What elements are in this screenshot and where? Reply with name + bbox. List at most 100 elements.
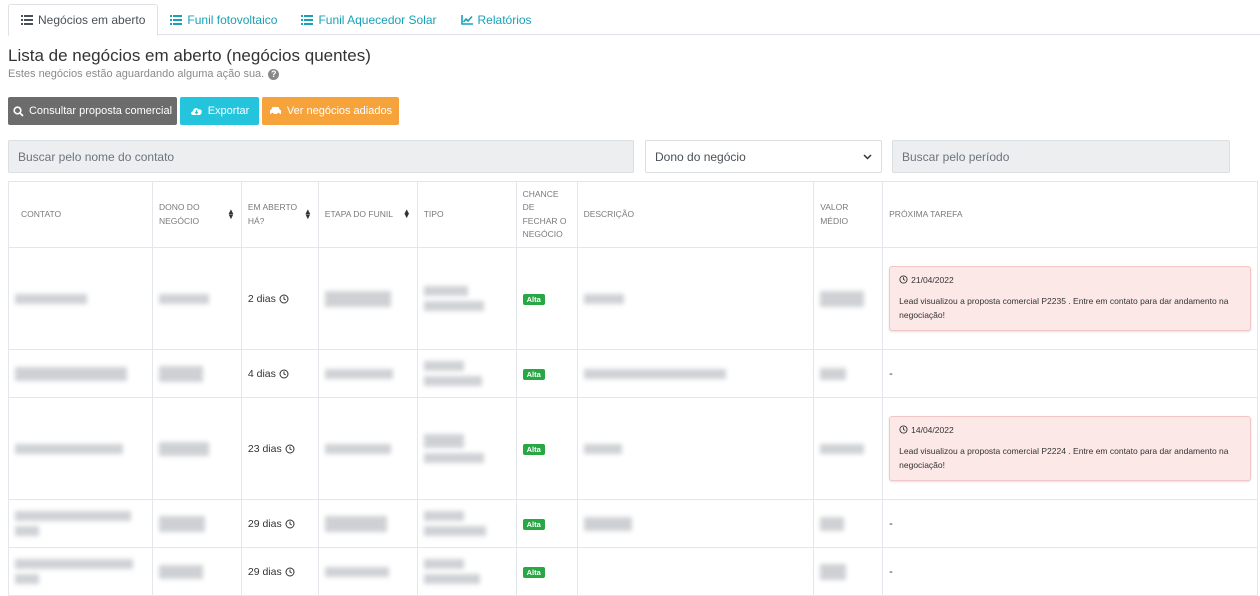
redacted-text	[423, 559, 464, 569]
cell-owner	[151, 499, 242, 548]
cell-contact[interactable]	[8, 499, 153, 548]
col-header-value: Valor médio	[813, 181, 884, 248]
clock-icon	[285, 444, 295, 453]
table-row[interactable]: 4 dias Alta -	[8, 349, 1258, 398]
cell-chance: Alta	[515, 397, 578, 500]
open-days: 29 dias	[247, 517, 282, 530]
sort-icon[interactable]: ▲ ▼	[403, 207, 411, 219]
owner-select[interactable]: Dono do negócio	[645, 140, 882, 173]
owner-select-value: Dono do negócio	[655, 149, 746, 164]
page-title: Lista de negócios em aberto (negócios qu…	[8, 46, 371, 65]
task-date: 21/04/2022	[911, 274, 954, 285]
cell-owner	[151, 397, 242, 500]
redacted-text	[15, 526, 39, 536]
tab-label: Negócios em aberto	[38, 13, 146, 27]
col-header-owner[interactable]: Dono do negócio ▲ ▼	[151, 181, 242, 248]
task-card[interactable]: 14/04/2022 Lead visualizou a proposta co…	[889, 415, 1251, 482]
period-search-input[interactable]: Buscar pelo período	[892, 140, 1230, 173]
redacted-text	[324, 515, 387, 532]
col-header-type: Tipo	[416, 181, 517, 248]
list-icon	[170, 14, 183, 25]
cell-contact[interactable]	[8, 397, 153, 500]
no-task: -	[889, 517, 893, 530]
table-header-row: Contato Dono do negócio ▲ ▼ Em aberto há? ▲…	[8, 181, 1258, 248]
search-icon	[13, 105, 24, 117]
clock-icon	[285, 567, 295, 576]
cloud-download-icon	[190, 108, 202, 115]
period-search-placeholder: Buscar pelo período	[902, 149, 1010, 164]
consult-proposal-button[interactable]: Consultar proposta comercial	[8, 97, 177, 125]
sort-icon[interactable]: ▲ ▼	[227, 207, 235, 219]
redacted-text	[15, 443, 123, 454]
tab-bar: Negócios em aberto Funil fotovoltaico Fu…	[8, 4, 1260, 36]
col-header-contact[interactable]: Contato	[8, 181, 153, 248]
cell-contact[interactable]	[8, 247, 153, 350]
cell-contact[interactable]	[8, 349, 153, 398]
redacted-text	[583, 516, 632, 531]
table-row[interactable]: 29 dias Alta -	[8, 499, 1258, 548]
redacted-text	[423, 434, 464, 448]
col-header-stage[interactable]: Etapa do funil ▲ ▼	[317, 181, 418, 248]
cell-owner	[151, 247, 242, 350]
col-header-label: Chance de fechar o negócio	[522, 189, 567, 239]
redacted-text	[158, 515, 205, 532]
redacted-text	[423, 453, 484, 463]
consult-proposal-label: Consultar proposta comercial	[28, 105, 173, 117]
line-chart-icon	[460, 14, 473, 25]
redacted-text	[423, 574, 480, 584]
cell-value	[813, 397, 884, 500]
table-row[interactable]: 23 dias Alta 14/04/2022 Lead visualizou …	[8, 397, 1258, 500]
cell-stage	[317, 547, 418, 596]
redacted-text	[423, 376, 482, 386]
tab-label: Relatórios	[477, 12, 532, 27]
redacted-text	[158, 365, 203, 382]
redacted-text	[423, 286, 468, 296]
contact-search-input[interactable]: Buscar pelo nome do contato	[8, 140, 634, 173]
redacted-text	[15, 366, 127, 381]
cell-description	[576, 499, 815, 548]
task-text: Lead visualizou a proposta comercial P22…	[899, 295, 1229, 320]
col-header-label: Etapa do funil	[324, 208, 393, 219]
table-row[interactable]: 29 dias Alta -	[8, 547, 1258, 596]
cell-contact[interactable]	[8, 547, 153, 596]
redacted-text	[583, 293, 624, 304]
contact-search-placeholder: Buscar pelo nome do contato	[18, 149, 175, 164]
export-label: Exportar	[207, 105, 250, 117]
tab-reports[interactable]: Relatórios	[449, 4, 544, 35]
table-row[interactable]: 2 dias Alta 21/04/2022 Lead visualizou a…	[8, 247, 1258, 350]
chance-badge: Alta	[522, 518, 545, 530]
cell-value	[813, 247, 884, 350]
redacted-text	[324, 290, 391, 307]
task-card[interactable]: 21/04/2022 Lead visualizou a proposta co…	[889, 265, 1251, 332]
chance-badge: Alta	[522, 293, 545, 305]
col-header-label: Dono do negócio	[158, 202, 200, 226]
tab-label: Funil fotovoltaico	[187, 12, 278, 27]
cell-owner	[151, 547, 242, 596]
open-days: 29 dias	[247, 565, 282, 578]
redacted-text	[423, 526, 486, 536]
no-task: -	[889, 565, 893, 578]
redacted-text	[423, 301, 484, 311]
col-header-chance: Chance de fechar o negócio	[515, 181, 578, 248]
col-header-open[interactable]: Em aberto há? ▲ ▼	[240, 181, 319, 248]
cell-open: 2 dias	[240, 247, 319, 350]
cell-stage	[317, 397, 418, 500]
redacted-text	[15, 293, 87, 304]
redacted-text	[324, 566, 389, 577]
task-text: Lead visualizou a proposta comercial P22…	[899, 445, 1229, 470]
cell-stage	[317, 499, 418, 548]
help-icon[interactable]: ?	[268, 68, 280, 80]
tab-funnel-pv[interactable]: Funil fotovoltaico	[158, 4, 289, 35]
export-button[interactable]: Exportar	[180, 97, 259, 125]
col-header-label: Valor médio	[820, 202, 849, 226]
cell-value	[813, 349, 884, 398]
redacted-text	[15, 511, 131, 521]
tab-open-deals[interactable]: Negócios em aberto	[8, 4, 159, 36]
tab-label: Funil Aquecedor Solar	[318, 12, 437, 27]
cell-type	[416, 547, 517, 596]
open-days: 23 dias	[247, 442, 282, 455]
view-postponed-button[interactable]: Ver negócios adiados	[262, 97, 399, 125]
sort-icon[interactable]: ▲ ▼	[304, 207, 312, 219]
col-header-label: Próxima tarefa	[889, 208, 963, 219]
tab-funnel-solar-heater[interactable]: Funil Aquecedor Solar	[289, 4, 448, 35]
